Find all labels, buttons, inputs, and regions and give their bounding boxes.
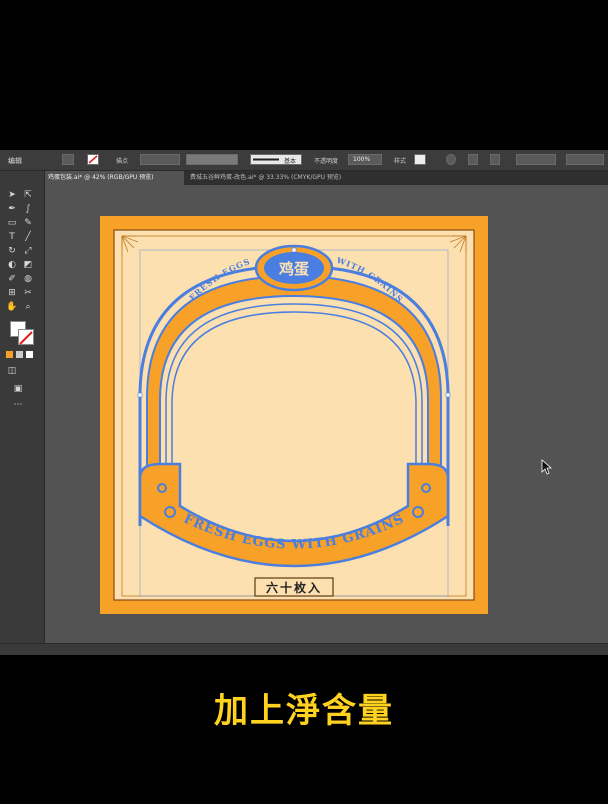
stroke-swatch-large[interactable]	[18, 329, 34, 345]
recolor-icon[interactable]	[446, 154, 456, 165]
shape-builder-tool-icon[interactable]: ◐	[6, 259, 18, 271]
more-tools-icon[interactable]: ⋯	[12, 399, 24, 411]
pencil-tool-icon[interactable]: ✎	[22, 217, 34, 229]
anchor-point[interactable]	[445, 392, 451, 398]
net-content-label: 六十枚入	[266, 580, 322, 595]
rectangle-tool-icon[interactable]: ▭	[6, 217, 18, 229]
style-swatch[interactable]	[414, 154, 426, 165]
mouse-cursor-icon	[541, 459, 553, 475]
align-buttons[interactable]	[516, 154, 556, 165]
type-tool-icon[interactable]: T	[6, 231, 18, 243]
draw-mode-icon[interactable]: ◫	[6, 365, 18, 377]
style-label: 样式	[394, 158, 407, 165]
variable-width-select[interactable]	[186, 154, 238, 165]
distribute-buttons[interactable]	[566, 154, 604, 165]
hand-tool-icon[interactable]: ✋	[6, 301, 18, 313]
blend-tool-icon[interactable]: ◍	[22, 273, 34, 285]
video-caption: 加上淨含量	[214, 691, 394, 731]
no-stroke-icon	[88, 155, 98, 164]
rotate-tool-icon[interactable]: ↻	[6, 245, 18, 257]
eyedropper-tool-icon[interactable]: ✐	[6, 273, 18, 285]
gradient-mode-icon[interactable]	[16, 351, 23, 358]
artboard[interactable]: FRESH EGGS WITH GRAINS FRESH EGGS WITH G…	[100, 216, 488, 614]
direct-selection-tool-icon[interactable]: ⇱	[22, 189, 34, 201]
stroke-style-label: 基本	[284, 158, 297, 165]
color-mode-icon[interactable]	[6, 351, 13, 358]
shape-toggle[interactable]	[62, 154, 74, 165]
tab-five-grain-egg[interactable]: 费城五谷鲜鸡蛋-改色.ai* @ 33.33% (CMYK/GPU 预览)	[186, 171, 386, 185]
document-tabs: 鸡蛋包装.ai* @ 42% (RGB/GPU 预览) 费城五谷鲜鸡蛋-改色.a…	[44, 171, 608, 185]
opacity-input[interactable]: 100%	[348, 154, 382, 165]
opacity-label: 不透明度	[314, 158, 339, 165]
line-tool-icon[interactable]: ╱	[22, 231, 34, 243]
transform-icon[interactable]	[490, 154, 500, 165]
anchor-point[interactable]	[137, 392, 143, 398]
stroke-line-icon	[253, 158, 279, 161]
anchor-point[interactable]	[291, 247, 297, 253]
control-bar: 编辑 描点 基本 不透明度 100% 样式	[0, 150, 608, 171]
badge-text: 鸡蛋	[278, 260, 309, 278]
scale-tool-icon[interactable]: ⤢	[22, 245, 34, 257]
selection-tool-icon[interactable]: ➤	[6, 189, 18, 201]
no-stroke-icon	[19, 331, 33, 345]
tab-egg-package[interactable]: 鸡蛋包装.ai* @ 42% (RGB/GPU 预览)	[44, 171, 184, 185]
tools-panel: ➤ ⇱ ✒ ∫ ▭ ✎ T ╱ ↻ ⤢ ◐ ◩ ✐ ◍ ⊞ ✂ ✋ ⌕ ◫ ▣ …	[0, 171, 45, 655]
inner-line-2	[171, 311, 417, 516]
artboard-tool-icon[interactable]: ⊞	[6, 287, 18, 299]
align-icon[interactable]	[468, 154, 478, 165]
gradient-tool-icon[interactable]: ◩	[22, 259, 34, 271]
edit-menu[interactable]: 编辑	[8, 156, 22, 166]
screen-mode-icon[interactable]: ▣	[12, 383, 24, 395]
none-mode-icon[interactable]	[26, 351, 33, 358]
point-label: 描点	[116, 158, 129, 165]
stroke-swatch[interactable]	[87, 154, 99, 165]
pen-tool-icon[interactable]: ✒	[6, 203, 18, 215]
egg-label-artwork: FRESH EGGS WITH GRAINS FRESH EGGS WITH G…	[113, 229, 475, 601]
point-select[interactable]	[140, 154, 180, 165]
slice-tool-icon[interactable]: ✂	[22, 287, 34, 299]
curvature-tool-icon[interactable]: ∫	[22, 203, 34, 215]
zoom-tool-icon[interactable]: ⌕	[22, 301, 34, 313]
status-bar	[0, 643, 608, 655]
illustrator-window: 编辑 描点 基本 不透明度 100% 样式 鸡蛋包装.ai* @ 42% (RG…	[0, 150, 608, 655]
